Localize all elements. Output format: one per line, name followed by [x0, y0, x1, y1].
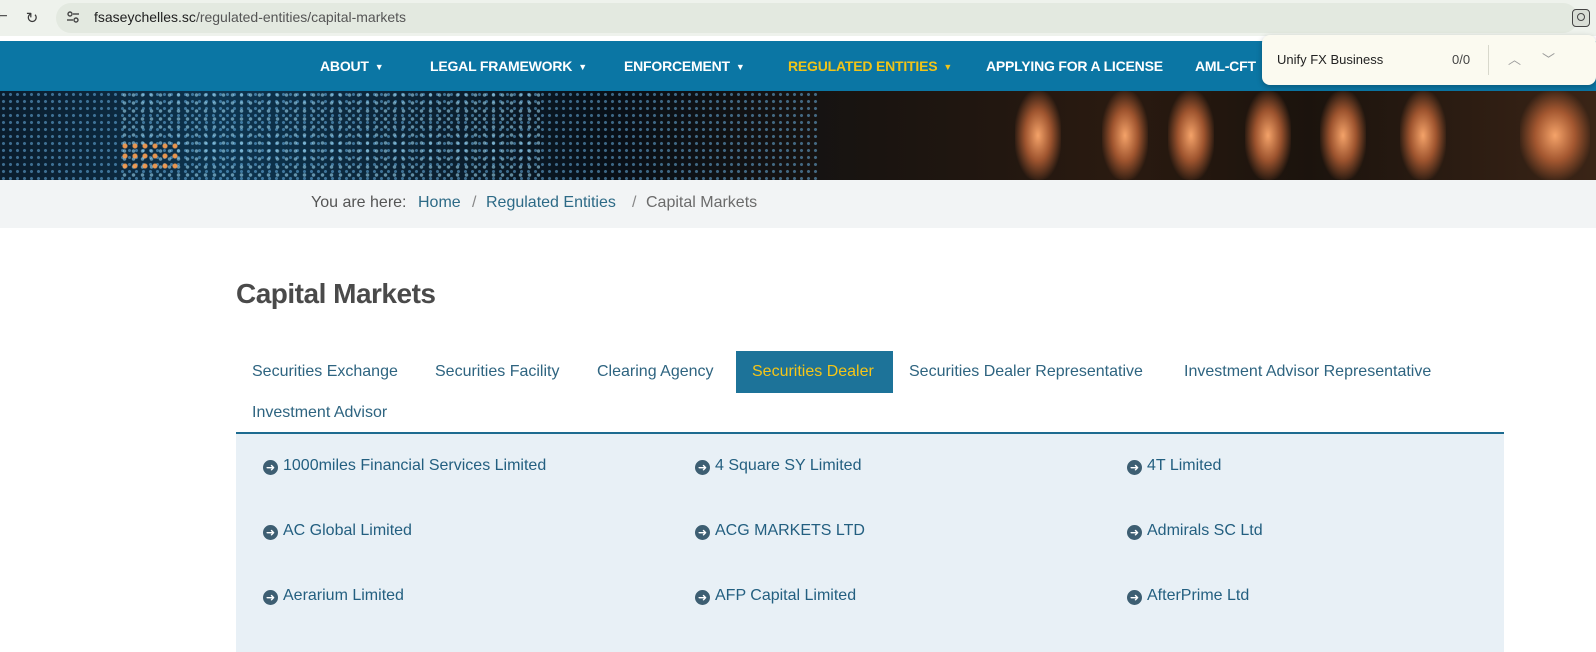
entity-link[interactable]: ➜ Aerarium Limited	[263, 587, 404, 605]
entity-link[interactable]: ➜ 4 Square SY Limited	[695, 457, 861, 475]
url-host: fsaseychelles.sc	[94, 9, 196, 25]
chevron-down-icon: ▼	[735, 62, 745, 72]
arrow-circle-right-icon: ➜	[695, 460, 710, 475]
arrow-circle-right-icon: ➜	[263, 460, 278, 475]
banner-glow	[1168, 91, 1214, 180]
find-in-page-bar: Unify FX Business 0/0 ︿ ﹀	[1262, 35, 1596, 85]
entity-name: 1000miles Financial Services Limited	[283, 457, 547, 474]
entity-name: Aerarium Limited	[283, 587, 404, 604]
nav-aml-cft[interactable]: AML-CFT	[1195, 41, 1256, 91]
arrow-circle-right-icon: ➜	[1127, 525, 1142, 540]
entity-name: AFP Capital Limited	[715, 587, 857, 604]
tab-clearing-agency[interactable]: Clearing Agency	[581, 351, 730, 393]
nav-enforcement-label: ENFORCEMENT	[624, 58, 730, 74]
breadcrumb-separator: /	[472, 194, 477, 211]
tab-investment-advisor[interactable]: Investment Advisor	[236, 392, 403, 434]
breadcrumb-home[interactable]: Home	[418, 194, 461, 212]
tab-investment-advisor-representative[interactable]: Investment Advisor Representative	[1168, 351, 1447, 393]
banner-glow	[1102, 91, 1148, 180]
breadcrumb-label: You are here:	[311, 194, 407, 211]
nav-legal-framework[interactable]: LEGAL FRAMEWORK ▼	[430, 41, 587, 91]
browser-toolbar: ← ↻ fsaseychelles.sc/regulated-entities/…	[0, 0, 1596, 36]
nav-aml-cft-label: AML-CFT	[1195, 58, 1256, 74]
banner-orange-lights	[120, 141, 180, 171]
arrow-circle-right-icon: ➜	[695, 525, 710, 540]
banner-glow	[1320, 91, 1366, 180]
entity-name: 4 Square SY Limited	[715, 457, 862, 474]
breadcrumb-current: Capital Markets	[646, 194, 758, 211]
entity-name: AC Global Limited	[283, 522, 412, 539]
extension-icon[interactable]	[1572, 9, 1590, 27]
find-match-count: 0/0	[1452, 52, 1471, 67]
tab-securities-facility[interactable]: Securities Facility	[419, 351, 575, 393]
chevron-down-icon: ▼	[943, 62, 953, 72]
url-path: /regulated-entities/capital-markets	[195, 9, 407, 25]
entity-name: Admirals SC Ltd	[1147, 522, 1263, 539]
banner-led-pattern-bright	[120, 91, 540, 180]
banner-glow	[1015, 91, 1061, 180]
url-text[interactable]: fsaseychelles.sc/regulated-entities/capi…	[94, 9, 406, 25]
banner-glow	[1520, 91, 1590, 180]
arrow-circle-right-icon: ➜	[695, 590, 710, 605]
entity-link[interactable]: ➜ Admirals SC Ltd	[1127, 522, 1263, 540]
entity-name: AfterPrime Ltd	[1147, 587, 1250, 604]
arrow-circle-right-icon: ➜	[263, 590, 278, 605]
entity-link[interactable]: ➜ AFP Capital Limited	[695, 587, 856, 605]
chevron-up-icon[interactable]: ︿	[1508, 49, 1521, 68]
arrow-circle-right-icon: ➜	[263, 525, 278, 540]
tab-securities-exchange[interactable]: Securities Exchange	[236, 351, 414, 393]
entity-link[interactable]: ➜ ACG MARKETS LTD	[695, 522, 865, 540]
back-icon[interactable]: ←	[0, 8, 8, 24]
nav-applying-for-license[interactable]: APPLYING FOR A LICENSE	[986, 41, 1163, 91]
nav-about[interactable]: ABOUT ▼	[320, 41, 384, 91]
chevron-down-icon: ▼	[374, 62, 384, 72]
nav-regulated-entities[interactable]: REGULATED ENTITIES ▼	[788, 41, 952, 91]
reload-icon[interactable]: ↻	[22, 8, 42, 28]
tab-securities-dealer-representative[interactable]: Securities Dealer Representative	[893, 351, 1159, 393]
hero-banner-image	[0, 91, 1596, 180]
arrow-circle-right-icon: ➜	[1127, 590, 1142, 605]
banner-glow	[1400, 91, 1446, 180]
banner-glow	[1245, 91, 1291, 180]
entity-link[interactable]: ➜ 4T Limited	[1127, 457, 1221, 475]
entity-link[interactable]: ➜ 1000miles Financial Services Limited	[263, 457, 546, 475]
nav-legal-framework-label: LEGAL FRAMEWORK	[430, 58, 573, 74]
arrow-circle-right-icon: ➜	[1127, 460, 1142, 475]
site-settings-icon[interactable]	[66, 10, 80, 24]
entity-name: ACG MARKETS LTD	[715, 522, 865, 539]
nav-about-label: ABOUT	[320, 58, 369, 74]
find-divider	[1488, 45, 1489, 75]
entity-name: 4T Limited	[1147, 457, 1222, 474]
nav-regulated-entities-label: REGULATED ENTITIES	[788, 58, 938, 74]
entity-link[interactable]: ➜ AfterPrime Ltd	[1127, 587, 1249, 605]
breadcrumb: You are here: Home / Regulated Entities …	[0, 180, 1596, 228]
entity-link[interactable]: ➜ AC Global Limited	[263, 522, 412, 540]
nav-applying-label: APPLYING FOR A LICENSE	[986, 58, 1163, 74]
breadcrumb-separator: /	[632, 194, 637, 211]
find-input[interactable]: Unify FX Business	[1277, 52, 1383, 67]
nav-enforcement[interactable]: ENFORCEMENT ▼	[624, 41, 745, 91]
page-title: Capital Markets	[236, 278, 436, 309]
chevron-down-icon: ▼	[578, 62, 587, 72]
tab-securities-dealer[interactable]: Securities Dealer	[736, 351, 893, 393]
chevron-down-icon[interactable]: ﹀	[1542, 49, 1555, 68]
breadcrumb-regulated-entities[interactable]: Regulated Entities	[486, 194, 616, 212]
